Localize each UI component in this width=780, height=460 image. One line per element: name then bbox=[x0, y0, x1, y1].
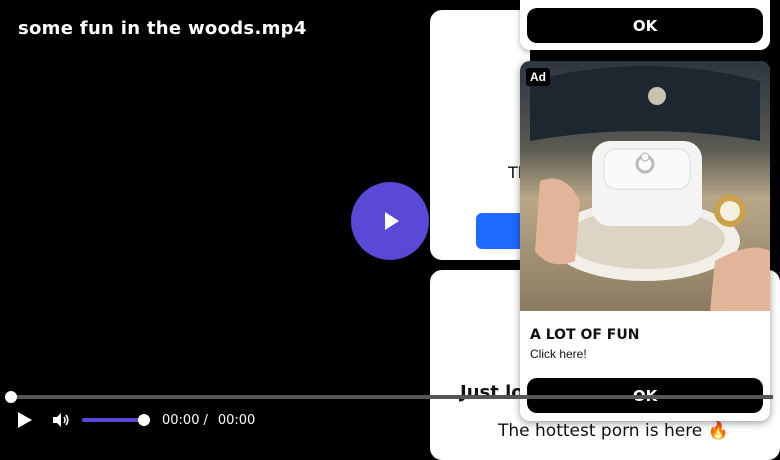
ad-image[interactable] bbox=[520, 61, 770, 311]
seek-bar[interactable] bbox=[5, 391, 773, 403]
time-display: 00:00 / 00:00 bbox=[162, 407, 255, 433]
volume-slider[interactable] bbox=[82, 414, 150, 426]
time-separator: / bbox=[203, 412, 208, 428]
current-time: 00:00 bbox=[162, 412, 200, 428]
volume-handle[interactable] bbox=[138, 414, 150, 426]
overlay-card-top: Th bbox=[430, 10, 530, 260]
play-icon bbox=[385, 212, 399, 230]
volume-button[interactable] bbox=[52, 407, 70, 433]
play-button[interactable] bbox=[18, 407, 32, 433]
speaker-icon bbox=[53, 413, 69, 427]
play-icon bbox=[18, 412, 32, 428]
ad-badge: Ad bbox=[526, 68, 550, 86]
seek-handle[interactable] bbox=[5, 391, 17, 403]
ad-top-panel: OK bbox=[520, 0, 770, 50]
duration: 00:00 bbox=[217, 412, 256, 428]
ad-top-ok-button[interactable]: OK bbox=[527, 8, 763, 43]
video-title: some fun in the woods.mp4 bbox=[18, 18, 307, 39]
ad-panel[interactable]: Ad A LOT OF FUN Click here! OK bbox=[520, 61, 770, 421]
ad-subtitle[interactable]: Click here! bbox=[530, 347, 587, 361]
big-play-button[interactable] bbox=[351, 182, 429, 260]
card-bottom-subtext: The hottest porn is here 🔥 bbox=[498, 421, 729, 441]
ad-title[interactable]: A LOT OF FUN bbox=[530, 327, 639, 343]
